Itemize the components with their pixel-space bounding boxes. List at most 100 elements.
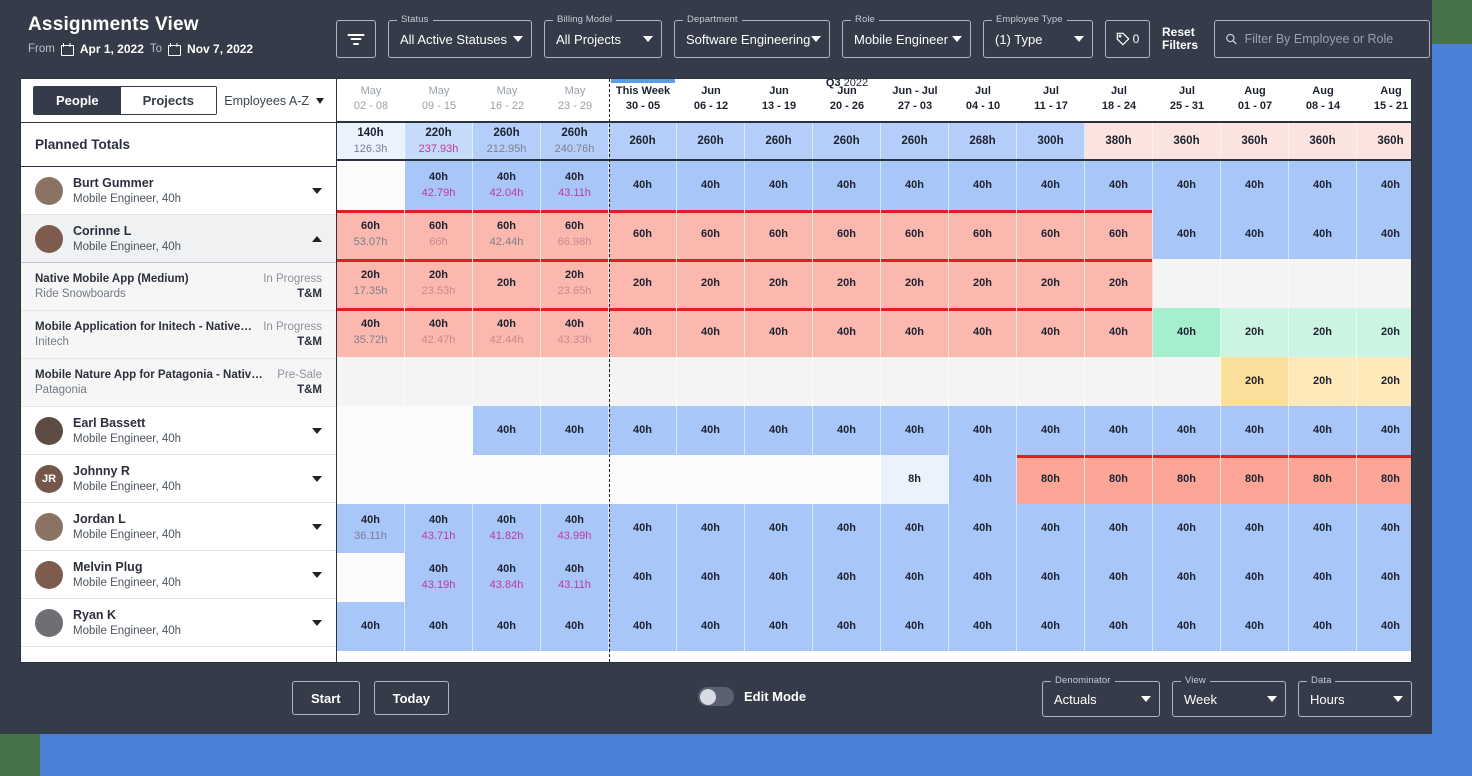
timeline-cell[interactable]: 40h [1357,210,1411,259]
timeline-column-header[interactable]: Aug 01 - 07 [1221,79,1289,121]
timeline-cell[interactable]: 40h [677,308,745,357]
timeline-cell[interactable]: 60h 42.44h [473,210,541,259]
timeline-cell[interactable]: 60h [1085,210,1153,259]
timeline-cell[interactable]: 40h [949,455,1017,504]
timeline-cell[interactable]: 40h [881,406,949,455]
timeline-cell[interactable]: 40h [1017,406,1085,455]
timeline-cell[interactable] [1017,357,1085,406]
project-row[interactable]: Native Mobile App (Medium) Ride Snowboard… [21,263,336,311]
timeline-cell[interactable] [1085,357,1153,406]
timeline-cell[interactable]: 40h [1085,161,1153,210]
timeline-cell[interactable]: 40h [609,308,677,357]
timeline-column-header[interactable]: Jun - Jul 27 - 03 [881,79,949,121]
chevron-down-icon[interactable] [312,523,322,530]
timeline-cell[interactable]: 60h [677,210,745,259]
timeline-cell[interactable]: 40h [1221,553,1289,602]
sort-selector[interactable]: Employees A-Z [224,94,324,108]
timeline-cell[interactable] [745,357,813,406]
timeline-cell[interactable]: 220h 237.93h [405,123,473,159]
timeline-cell[interactable] [609,455,677,504]
timeline-cell[interactable]: 80h [1289,455,1357,504]
timeline-cell[interactable]: 40h [949,504,1017,553]
timeline-cell[interactable]: 40h [881,504,949,553]
timeline-cell[interactable]: 40h [1357,504,1411,553]
timeline-cell[interactable]: 60h [813,210,881,259]
timeline-cell[interactable]: 40h [813,504,881,553]
timeline-cell[interactable] [677,357,745,406]
timeline-cell[interactable] [881,357,949,406]
timeline-cell[interactable]: 40h [813,553,881,602]
timeline-cell[interactable]: 40h [473,602,541,651]
timeline-cell[interactable]: 260h [745,123,813,159]
timeline-column-header[interactable]: May 23 - 29 [541,79,609,121]
timeline-cell[interactable]: 40h [1289,553,1357,602]
timeline-column-header[interactable]: Aug 15 - 21 [1357,79,1411,121]
timeline-cell[interactable]: 40h [1085,602,1153,651]
timeline-cell[interactable]: 40h [1153,406,1221,455]
timeline-column-header[interactable]: May 16 - 22 [473,79,541,121]
timeline-cell[interactable]: 40h 43.84h [473,553,541,602]
timeline-column-header[interactable]: Jun 20 - 26 [813,79,881,121]
timeline-cell[interactable]: 40h [541,406,609,455]
timeline-cell[interactable] [541,455,609,504]
date-range-control[interactable]: From Apr 1, 2022 To Nov 7, 2022 [28,42,253,56]
tab-people[interactable]: People [34,87,121,114]
timeline-cell[interactable]: 20h [609,259,677,308]
timeline-cell[interactable]: 20h [949,259,1017,308]
timeline-cell[interactable] [337,357,405,406]
timeline-cell[interactable] [405,406,473,455]
timeline-cell[interactable]: 40h [609,504,677,553]
timeline-cell[interactable]: 60h 66h [405,210,473,259]
timeline-cell[interactable]: 40h [1153,308,1221,357]
timeline-cell[interactable]: 40h 36.11h [337,504,405,553]
timeline-cell[interactable]: 360h [1357,123,1411,159]
timeline-cell[interactable]: 40h [609,406,677,455]
timeline-cell[interactable]: 20h [1221,357,1289,406]
timeline-cell[interactable]: 40h [677,553,745,602]
timeline-cell[interactable]: 20h [1357,308,1411,357]
filter-toggle-button[interactable] [336,20,376,58]
timeline-cell[interactable]: 60h 66.98h [541,210,609,259]
timeline-column-header[interactable]: Jul 04 - 10 [949,79,1017,121]
timeline-cell[interactable]: 20h [1289,357,1357,406]
timeline-cell[interactable]: 20h [1289,308,1357,357]
timeline-cell[interactable]: 40h 42.79h [405,161,473,210]
timeline-cell[interactable]: 260h [609,123,677,159]
chevron-down-icon[interactable] [312,571,322,578]
timeline-cell[interactable] [1357,259,1411,308]
timeline-cell[interactable]: 40h 43.99h [541,504,609,553]
timeline-column-header[interactable]: May 09 - 15 [405,79,473,121]
timeline-cell[interactable]: 40h [1289,504,1357,553]
timeline-cell[interactable]: 40h [677,161,745,210]
timeline-cell[interactable]: 40h [1017,602,1085,651]
timeline-cell[interactable]: 40h 42.04h [473,161,541,210]
to-date-value[interactable]: Nov 7, 2022 [187,42,253,56]
timeline-cell[interactable]: 40h [1221,602,1289,651]
timeline-cell[interactable]: 40h 42.44h [473,308,541,357]
timeline-cell[interactable]: 40h [1289,406,1357,455]
timeline-cell[interactable]: 40h 42.47h [405,308,473,357]
timeline-cell[interactable]: 40h [1221,504,1289,553]
timeline-cell[interactable]: 20h 23.65h [541,259,609,308]
timeline-cell[interactable]: 40h [813,161,881,210]
timeline-cell[interactable]: 40h [1153,602,1221,651]
timeline-cell[interactable]: 40h [609,553,677,602]
timeline-cell[interactable]: 40h [1017,504,1085,553]
denominator-select[interactable]: Denominator Actuals [1042,675,1160,717]
timeline-cell[interactable]: 20h [881,259,949,308]
timeline-cell[interactable] [1289,259,1357,308]
timeline-cell[interactable]: 40h [1085,406,1153,455]
timeline-cell[interactable]: 40h [949,161,1017,210]
employee-row[interactable]: Ryan K Mobile Engineer, 40h [21,599,336,647]
timeline-cell[interactable]: 40h [1085,553,1153,602]
timeline-cell[interactable]: 40h [949,308,1017,357]
timeline-column-header[interactable]: May 02 - 08 [337,79,405,121]
timeline-cell[interactable]: 40h [1357,161,1411,210]
timeline-cell[interactable]: 40h [1289,161,1357,210]
timeline-cell[interactable]: 40h [1153,161,1221,210]
timeline-cell[interactable]: 40h [609,602,677,651]
employee-row[interactable]: Corinne L Mobile Engineer, 40h [21,215,336,263]
timeline-column-header[interactable]: Jul 25 - 31 [1153,79,1221,121]
timeline-cell[interactable]: 40h [745,602,813,651]
timeline-cell[interactable]: 40h 43.71h [405,504,473,553]
